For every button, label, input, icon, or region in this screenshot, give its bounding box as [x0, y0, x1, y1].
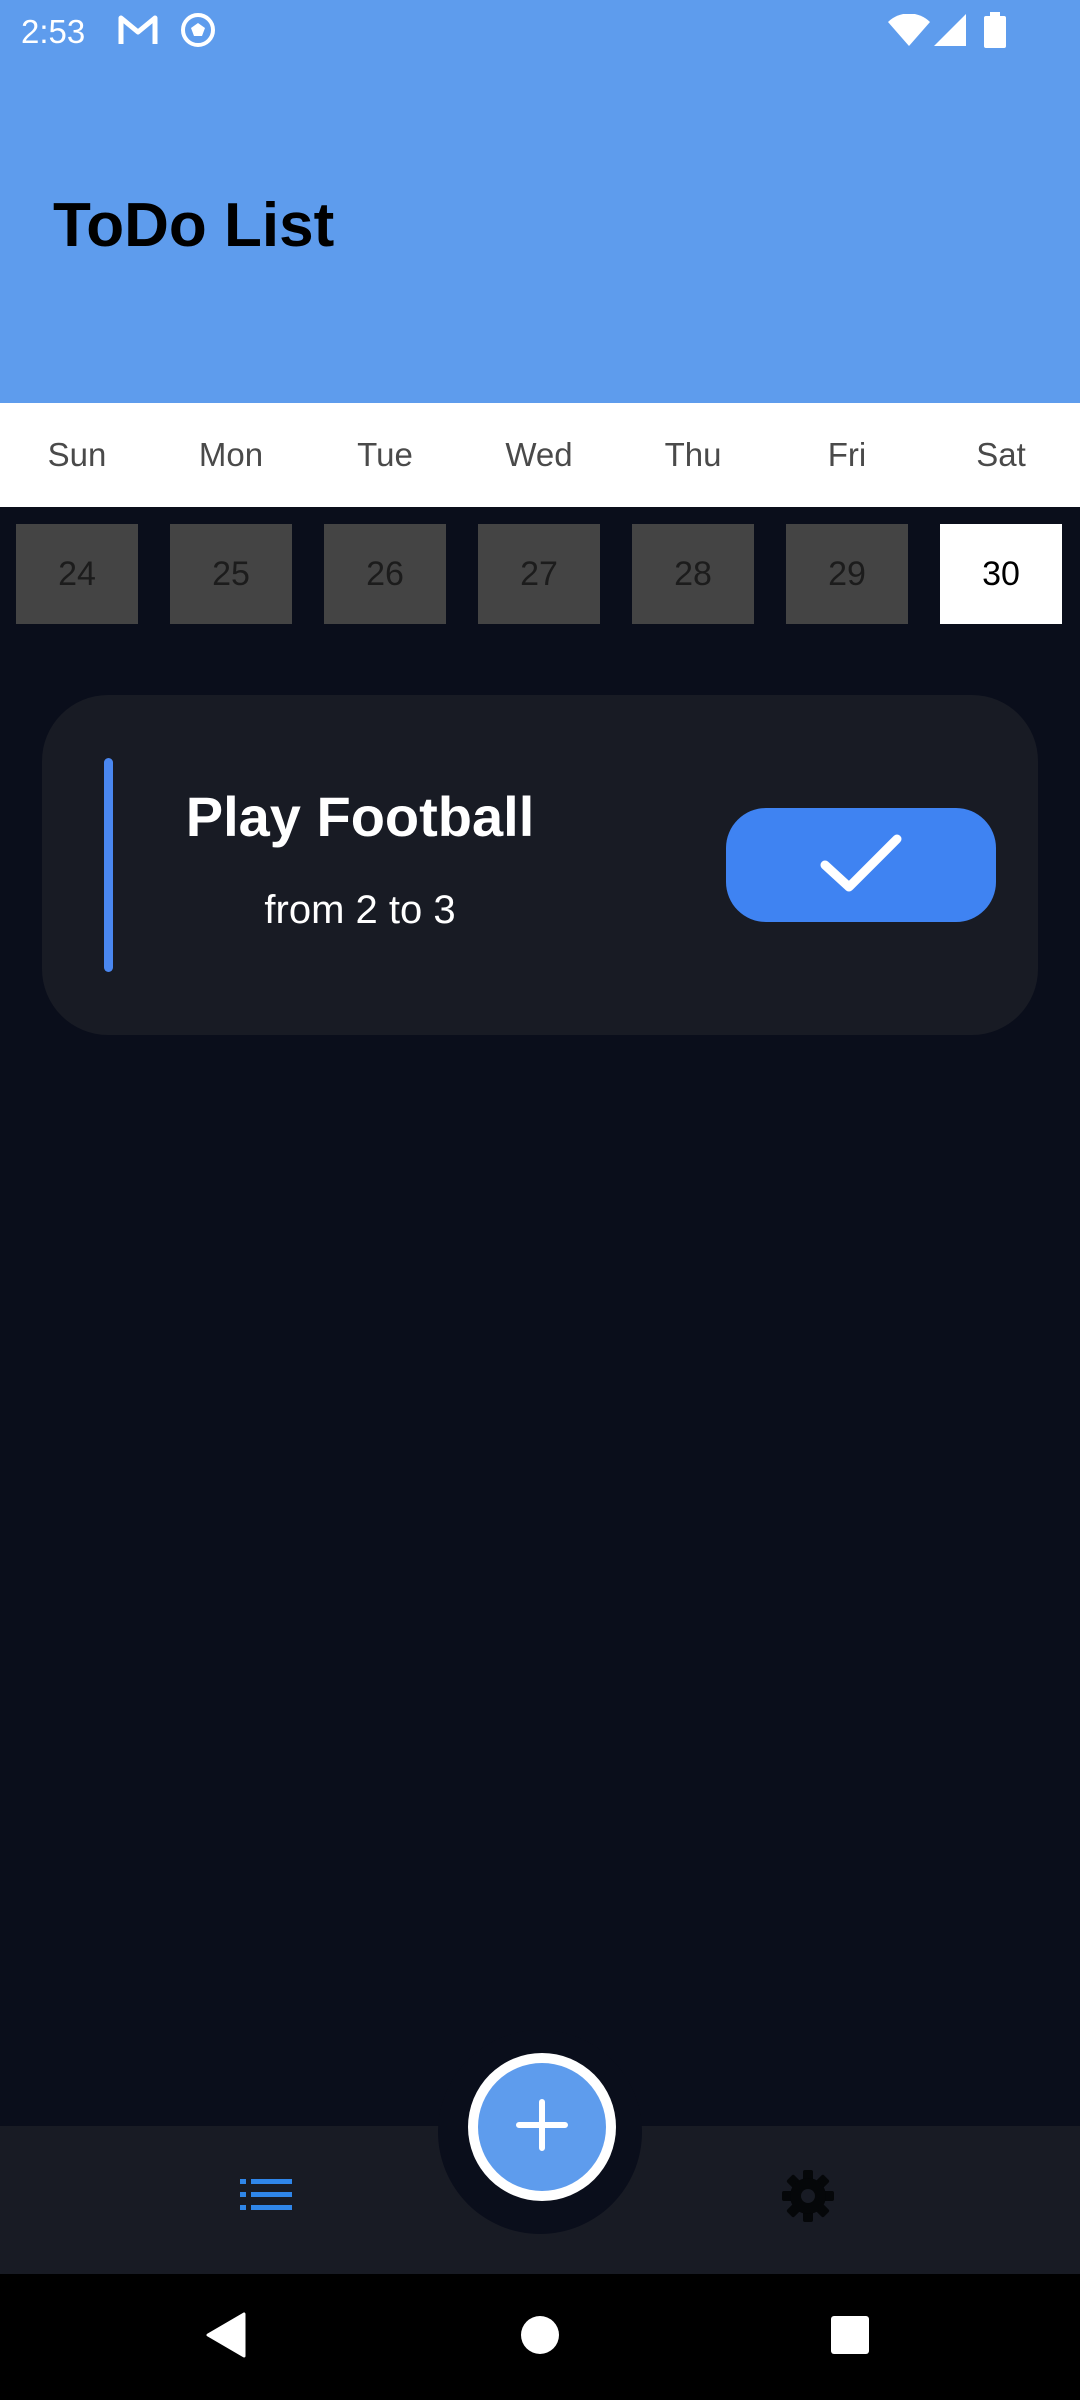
gear-icon[interactable]	[780, 2168, 836, 2229]
back-button[interactable]	[190, 2274, 260, 2400]
plus-icon	[515, 2098, 569, 2157]
date-cell-25[interactable]: 25	[170, 524, 292, 624]
weekday-label: Fri	[827, 436, 867, 473]
home-button[interactable]	[505, 2274, 575, 2400]
soccer-ball-icon	[180, 12, 216, 53]
recents-button[interactable]	[815, 2274, 885, 2400]
wifi-icon	[888, 13, 930, 51]
date-cell-28[interactable]: 28	[632, 524, 754, 624]
weekday-header-row: Sun Mon Tue Wed Thu Fri Sat	[0, 403, 1080, 507]
date-cell-30-selected[interactable]: 30	[940, 524, 1062, 624]
date-cell-29[interactable]: 29	[786, 524, 908, 624]
weekday-label: Tue	[357, 436, 413, 473]
date-cell-26[interactable]: 26	[324, 524, 446, 624]
home-icon	[520, 2315, 560, 2360]
system-nav-bar	[0, 2274, 1080, 2400]
status-time: 2:53	[21, 13, 86, 50]
weekday-label: Mon	[198, 436, 264, 473]
back-icon	[204, 2312, 246, 2363]
weekday-label: Thu	[664, 436, 722, 473]
weekday-label: Wed	[505, 436, 573, 473]
list-icon[interactable]	[240, 2175, 292, 2220]
task-title: Play Football	[185, 785, 535, 848]
gmail-icon	[118, 12, 158, 53]
task-time: from 2 to 3	[264, 888, 456, 932]
weekday-label: Sun	[47, 436, 107, 473]
task-accent-bar	[104, 758, 113, 972]
date-cell-24[interactable]: 24	[16, 524, 138, 624]
page-title: ToDo List	[53, 191, 335, 260]
checkmark-icon	[819, 831, 903, 900]
weekday-label: Sat	[976, 436, 1026, 473]
signal-icon	[934, 14, 966, 51]
date-cell-27[interactable]: 27	[478, 524, 600, 624]
add-task-button-inner[interactable]	[478, 2063, 606, 2191]
battery-icon	[984, 12, 1006, 53]
complete-task-button[interactable]	[726, 808, 996, 922]
recents-icon	[830, 2315, 870, 2360]
